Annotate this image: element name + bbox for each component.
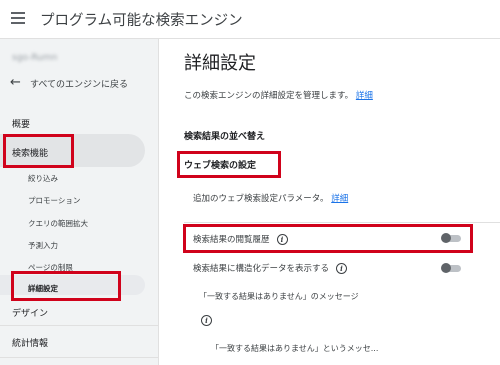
structured-data-label: 検索結果に構造化データを表示する (193, 264, 330, 274)
highlight-box-advanced-settings (11, 271, 121, 301)
toggle-knob (441, 263, 451, 273)
account-name: sgo-Rumn (12, 53, 58, 63)
back-to-all-engines-link[interactable]: ← すべてのエンジンに戻る (10, 75, 128, 91)
info-icon[interactable]: i (336, 262, 348, 274)
structured-data-row: 検索結果に構造化データを表示する i (193, 262, 348, 274)
section-divider (184, 222, 500, 223)
sidebar-item-design[interactable]: デザイン (12, 306, 48, 319)
description-text: この検索エンジンの詳細設定を管理します。 (184, 91, 354, 101)
sidebar: sgo-Rumn ← すべてのエンジンに戻る 概要 検索機能 絞り込み プロモー… (0, 39, 159, 365)
sort-results-heading: 検索結果の並べ替え (184, 132, 266, 142)
highlight-box-search-features (3, 134, 74, 168)
page-description: この検索エンジンの詳細設定を管理します。 詳細 (184, 89, 373, 101)
extra-params-row: 追加のウェブ検索設定パラメータ。 詳細 (193, 192, 348, 204)
main-content: 詳細設定 この検索エンジンの詳細設定を管理します。 詳細 検索結果の並べ替え ウ… (159, 39, 500, 365)
top-app-bar: プログラム可能な検索エンジン (0, 0, 500, 39)
sidebar-subitem-autocomplete[interactable]: 予測入力 (28, 240, 58, 251)
structured-data-toggle[interactable] (441, 263, 461, 273)
extra-params-text: 追加のウェブ検索設定パラメータ。 (193, 194, 329, 204)
description-details-link[interactable]: 詳細 (356, 91, 373, 101)
sidebar-item-statistics[interactable]: 統計情報 (12, 336, 48, 349)
no-match-heading: 「一致する結果はありません」のメッセージ (199, 292, 359, 301)
sidebar-subitem-query-expansion[interactable]: クエリの範囲拡大 (28, 218, 88, 229)
sidebar-divider-bottom (0, 357, 158, 358)
sidebar-subitem-promotions[interactable]: プロモーション (28, 195, 80, 206)
highlight-box-browse-history (183, 224, 473, 253)
highlight-box-web-search-settings (177, 151, 281, 178)
app-title: プログラム可能な検索エンジン (40, 13, 243, 29)
info-icon[interactable]: i (201, 315, 212, 326)
sidebar-item-overview[interactable]: 概要 (12, 117, 30, 130)
menu-icon[interactable] (11, 12, 25, 24)
page-title: 詳細設定 (184, 53, 256, 74)
sidebar-divider (0, 325, 158, 326)
arrow-left-icon: ← (10, 75, 21, 90)
extra-params-details-link[interactable]: 詳細 (331, 194, 348, 204)
sidebar-subitem-refinements[interactable]: 絞り込み (28, 173, 58, 184)
back-link-label: すべてのエンジンに戻る (30, 79, 129, 90)
no-match-info-row: i (194, 315, 212, 326)
no-match-message-value[interactable]: 「一致する結果はありません」というメッセ... (211, 343, 378, 354)
